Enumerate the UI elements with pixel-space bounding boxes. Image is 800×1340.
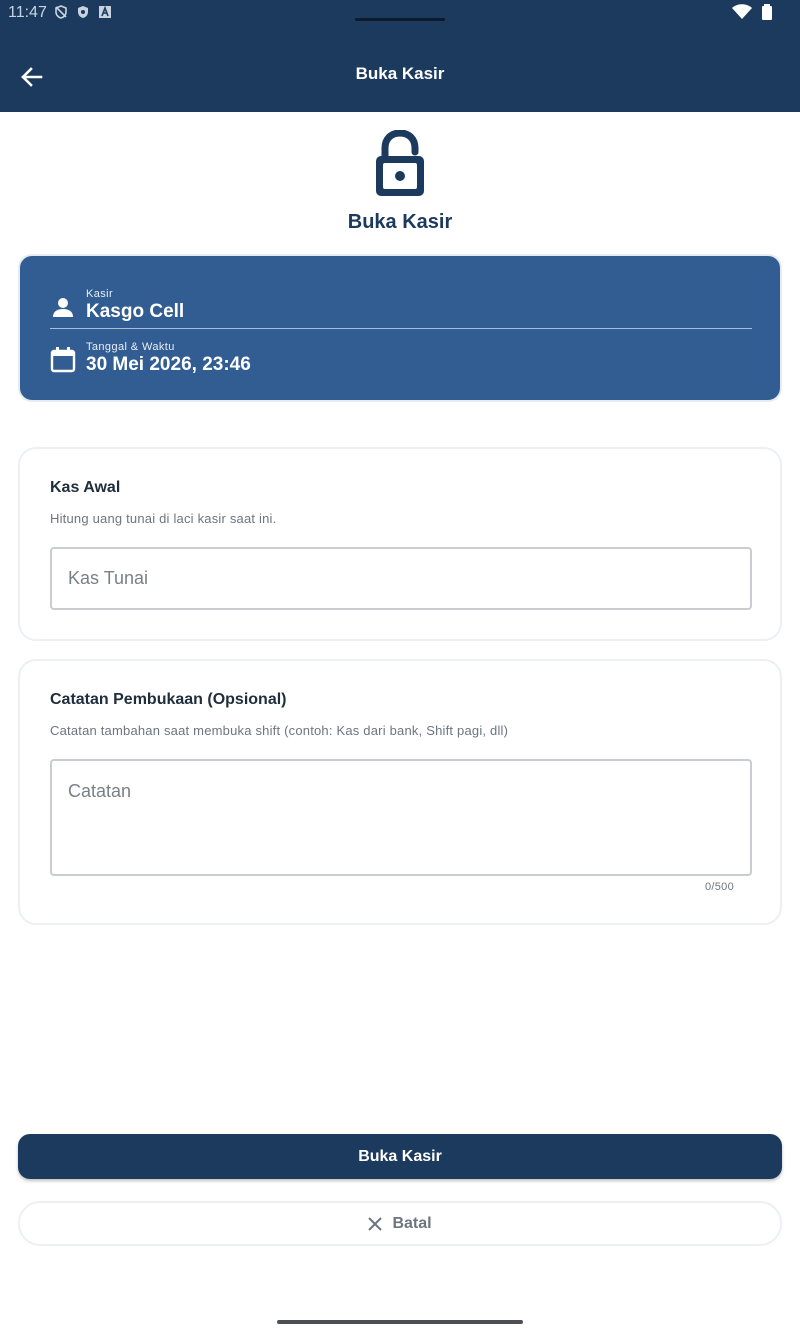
home-indicator[interactable] (277, 1320, 523, 1324)
app-bar-title: Buka Kasir (355, 64, 445, 83)
status-time: 11:47 (8, 4, 47, 21)
a-icon (98, 5, 112, 19)
open-cashier-screen: 11:47 Buka Kasir Buka Kasir Kasir Kasgo … (0, 0, 800, 1340)
lock-open-icon (372, 129, 428, 198)
notes-card: Catatan Pembukaan (Opsional) Catatan tam… (18, 659, 782, 925)
cashier-label: Kasir (86, 288, 114, 300)
cashier-info-card: Kasir Kasgo Cell Tanggal & Waktu 30 Mei … (18, 254, 782, 402)
app-bar: 11:47 Buka Kasir (0, 0, 800, 112)
cashier-row: Kasir Kasgo Cell (50, 288, 184, 324)
status-icons-left (54, 5, 112, 19)
cancel-button[interactable]: Batal (18, 1201, 782, 1246)
close-icon (368, 1216, 383, 1231)
info-divider (50, 328, 752, 329)
notes-subtitle: Catatan tambahan saat membuka shift (con… (50, 723, 509, 738)
opening-cash-title: Kas Awal (50, 479, 121, 496)
notes-title: Catatan Pembukaan (Opsional) (50, 691, 287, 708)
open-cashier-button-label: Buka Kasir (358, 1147, 442, 1165)
status-icons-right (732, 4, 772, 25)
wifi-icon (732, 4, 752, 25)
datetime-label: Tanggal & Waktu (86, 341, 175, 353)
opening-cash-subtitle: Hitung uang tunai di laci kasir saat ini… (50, 511, 277, 526)
calendar-icon (50, 347, 76, 373)
shield-off-icon (54, 5, 68, 19)
datetime-row: Tanggal & Waktu 30 Mei 2026, 23:46 (50, 341, 251, 377)
cancel-button-label: Batal (392, 1214, 432, 1232)
notes-char-counter: 0/500 (704, 881, 734, 893)
open-cashier-button[interactable]: Buka Kasir (18, 1134, 782, 1179)
battery-icon (762, 4, 772, 25)
page-title: Buka Kasir (347, 211, 453, 233)
opening-cash-card: Kas Awal Hitung uang tunai di laci kasir… (18, 447, 782, 641)
notes-textarea[interactable] (50, 759, 752, 876)
camera-notch (355, 18, 445, 21)
person-icon (53, 298, 73, 317)
cash-amount-input[interactable] (50, 547, 752, 610)
cashier-value: Kasgo Cell (86, 301, 185, 322)
datetime-value: 30 Mei 2026, 23:46 (86, 354, 251, 375)
vpn-icon (76, 5, 90, 19)
